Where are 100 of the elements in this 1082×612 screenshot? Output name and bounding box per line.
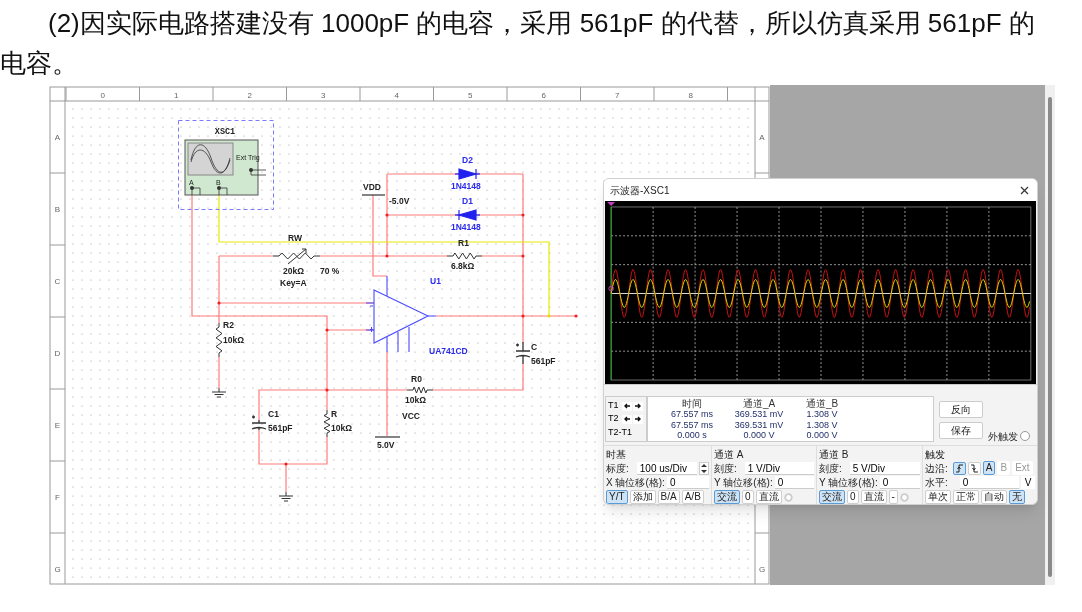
potentiometer-symbol (272, 252, 321, 260)
unit-label: V (1021, 475, 1035, 489)
table-cell-text: 369.531 mV (733, 419, 785, 430)
label: 触发 (925, 447, 945, 461)
diode-symbol (454, 168, 481, 180)
edge-button[interactable] (952, 461, 966, 475)
close-icon (1019, 185, 1029, 195)
junction-dot (217, 301, 221, 305)
label: 标度: (606, 461, 629, 475)
spinner-control[interactable] (699, 461, 709, 475)
button[interactable]: B/A (657, 490, 680, 504)
resistor-symbol (323, 409, 331, 438)
button[interactable]: 添加 (629, 490, 656, 504)
arrow-icon (624, 416, 631, 422)
input-field[interactable]: 5 V/Div (849, 461, 920, 475)
component-value: 6.8kΩ (451, 261, 475, 271)
component-label: C1 (268, 409, 279, 419)
radio-button[interactable] (1020, 431, 1030, 441)
component-value: -5.0V (389, 196, 410, 206)
component-label: R1 (458, 238, 469, 248)
button[interactable]: 正常 (953, 490, 979, 504)
indicator-icon (783, 492, 793, 502)
component-value: 10kΩ (405, 395, 426, 405)
component-value: Key=A (280, 278, 307, 288)
input-field[interactable]: 0 (879, 475, 920, 489)
button[interactable]: 保存 (939, 422, 983, 439)
label: 时基 (606, 447, 626, 461)
component-label: D1 (462, 196, 473, 206)
button[interactable]: 单次 (925, 490, 951, 504)
ruler-label: C (54, 277, 61, 286)
junction-dot (385, 254, 389, 258)
label: Y 轴位移(格): (714, 475, 773, 489)
component-value: 20kΩ (283, 266, 304, 276)
arrow-button[interactable] (622, 414, 632, 424)
component-value: 10kΩ (331, 423, 352, 433)
table-cell-text: 1.308 V (805, 409, 839, 420)
label: 刻度: (714, 461, 737, 475)
button[interactable]: 直流 (755, 490, 782, 504)
junction-dot (284, 462, 288, 466)
button[interactable]: 0 (847, 490, 859, 504)
ruler-label: E (54, 421, 61, 430)
component-value: 5.0V (377, 440, 395, 450)
rising-edge-icon (955, 464, 964, 472)
scrollbar[interactable] (1045, 85, 1055, 585)
arrow-button[interactable] (633, 401, 643, 411)
component-label: D2 (462, 155, 473, 165)
input-field[interactable]: 0 (666, 475, 709, 489)
arrow-icon (634, 416, 641, 422)
button[interactable]: 0 (742, 490, 754, 504)
input-field[interactable]: 1 V/Div (744, 461, 814, 475)
edge-button[interactable] (967, 461, 981, 475)
button[interactable]: 自动 (981, 490, 1007, 504)
arrow-button[interactable] (633, 414, 643, 424)
ruler-label: 6 (541, 91, 546, 100)
resistor-symbol (406, 386, 434, 394)
button[interactable]: 无 (1009, 490, 1025, 504)
component-value: 10kΩ (223, 335, 244, 345)
component-value: 561pF (531, 356, 556, 366)
component-value: 561pF (268, 423, 293, 433)
indicator-icon (899, 492, 909, 502)
label: 边沿: (925, 461, 948, 475)
table-cell-text: 0.000 V (805, 430, 839, 441)
button[interactable]: A (982, 461, 996, 475)
button[interactable]: Y/T (606, 490, 628, 504)
button[interactable]: 直流 (860, 490, 887, 504)
component-value: 1N4148 (451, 222, 481, 232)
cursor-label: T2 (608, 412, 620, 426)
junction-dot (325, 388, 329, 392)
input-field[interactable]: 0 (959, 475, 1019, 489)
button[interactable]: A/B (681, 490, 704, 504)
input-field[interactable]: 100 us/Div (636, 461, 697, 475)
junction-dot (325, 328, 329, 332)
capacitor-symbol (251, 414, 267, 431)
ruler-label: 8 (688, 91, 693, 100)
column-header: 通道_A (741, 398, 777, 409)
ground-symbol (278, 491, 294, 502)
input-field[interactable]: 0 (774, 475, 814, 489)
component-label: RW (288, 233, 302, 243)
button[interactable]: 交流 (819, 490, 845, 504)
junction-dot (547, 314, 551, 318)
capacitor-symbol (515, 341, 531, 365)
label: Y 轴位移(格): (819, 475, 878, 489)
arrow-icon (624, 403, 631, 409)
falling-edge-icon (970, 464, 979, 472)
window-title: 示波器-XSC1 (610, 183, 670, 198)
button[interactable]: 交流 (714, 490, 740, 504)
label: 通道 A (714, 447, 744, 461)
button[interactable]: 反向 (939, 401, 983, 418)
ruler-label: 0 (100, 91, 105, 100)
cursor-label: T1 (608, 399, 620, 413)
label: 外触发 (988, 430, 1018, 444)
paragraph: (2)因实际电路搭建没有 1000pF 的电容，采用 561pF 的代替，所以仿真采用 561pF 的电容。 (0, 7, 1036, 80)
junction-dot (574, 314, 578, 318)
table-cell-text: 0.000 s (676, 430, 708, 441)
button[interactable]: - (888, 490, 898, 504)
label: 刻度: (819, 461, 842, 475)
arrow-button[interactable] (622, 401, 632, 411)
resistor-symbol (446, 252, 483, 260)
ruler-label: 4 (394, 91, 399, 100)
arrow-icon (634, 403, 641, 409)
